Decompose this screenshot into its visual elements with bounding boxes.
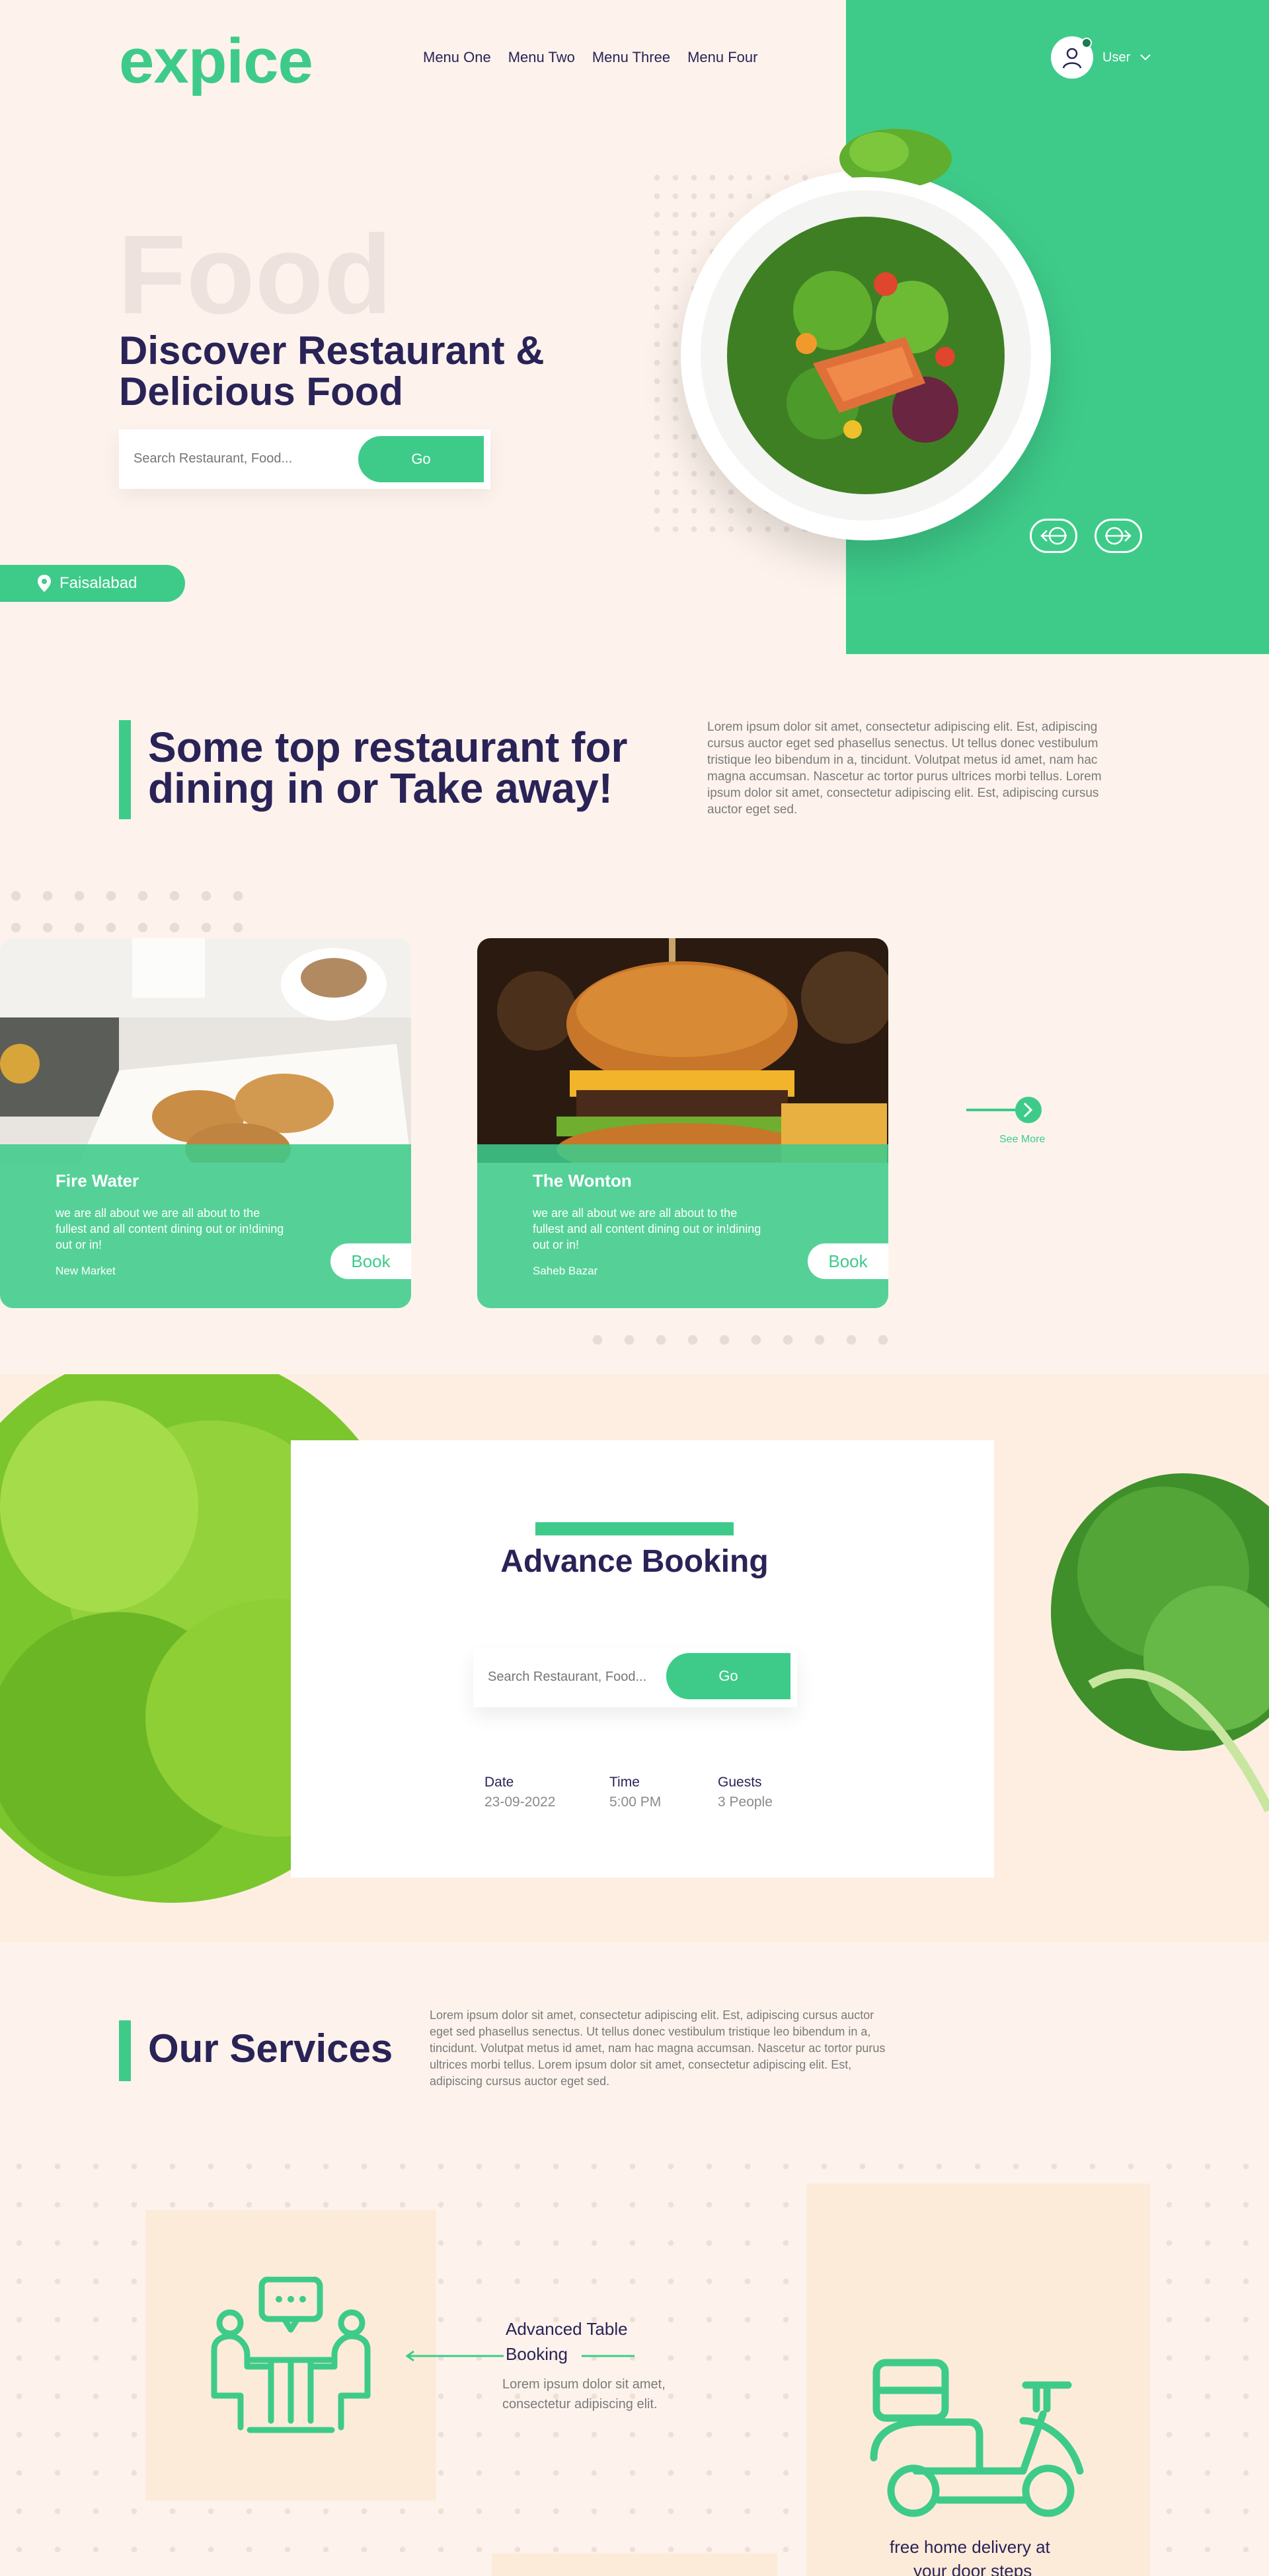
hero-title: Discover Restaurant & Delicious Food (119, 328, 545, 414)
booking-title: Advance Booking (500, 1544, 769, 1579)
section-accent-bar (119, 720, 131, 819)
restaurant-location: Saheb Bazar (533, 1265, 598, 1277)
lettuce-right-image (1051, 1473, 1269, 1813)
top-restaurants-description: Lorem ipsum dolor sit amet, consectetur … (707, 720, 1102, 817)
booking-accent-bar (535, 1522, 734, 1535)
user-label[interactable]: User (1102, 50, 1130, 65)
booking-search-box: Go (473, 1648, 797, 1707)
services-accent-bar (119, 2020, 131, 2081)
hero-prev-button[interactable] (1030, 519, 1077, 553)
restaurant-name: The Wonton (533, 1171, 632, 1191)
location-pin-icon (38, 575, 51, 592)
nav-item-menu-two[interactable]: Menu Two (508, 49, 575, 66)
service-table-title-line2: Booking (506, 2344, 568, 2364)
avatar[interactable] (1051, 36, 1093, 79)
service-table-title-line1: Advanced Table (506, 2319, 628, 2339)
field-label: Guests (718, 1775, 762, 1790)
restaurant-photo (477, 938, 888, 1163)
book-button[interactable]: Book (330, 1243, 411, 1279)
field-label: Time (609, 1775, 640, 1790)
delivery-scooter-icon (870, 2359, 1084, 2517)
cards-dots-pattern (0, 880, 264, 933)
restaurant-name: Fire Water (56, 1171, 139, 1191)
accent-line (582, 2355, 634, 2357)
nav-item-menu-three[interactable]: Menu Three (592, 49, 670, 66)
hero-background-word: Food (118, 212, 393, 338)
service-delivery-title-line1: free home delivery at (890, 2537, 1050, 2557)
booking-go-button[interactable]: Go (666, 1653, 790, 1699)
location-badge[interactable]: Faisalabad (0, 565, 185, 602)
hero-go-button[interactable]: Go (358, 436, 484, 482)
main-nav: Menu One Menu Two Menu Three Menu Four (423, 49, 757, 66)
service-table-text: Lorem ipsum dolor sit amet, consectetur … (502, 2377, 666, 2411)
service-card-next (492, 2554, 777, 2576)
field-value: 5:00 PM (609, 1794, 662, 1810)
booking-guests-field[interactable]: Guests 3 People (718, 1775, 773, 1810)
book-button[interactable]: Book (808, 1243, 888, 1279)
see-more-arrow[interactable] (966, 1095, 1043, 1124)
top-restaurants-title: Some top restaurant for dining in or Tak… (148, 723, 628, 812)
online-status-dot (1081, 38, 1092, 48)
arrow-left-icon (405, 2350, 504, 2362)
arrow-left-icon (1040, 527, 1067, 545)
see-more-link[interactable]: See More (999, 1134, 1045, 1146)
cards-dots-pattern-bottom (582, 1324, 899, 1350)
hero-search-input[interactable] (134, 447, 352, 470)
logo[interactable]: expice (119, 25, 313, 98)
user-icon (1062, 48, 1082, 69)
restaurant-location: New Market (56, 1265, 116, 1277)
field-label: Date (484, 1775, 514, 1790)
booking-date-field[interactable]: Date 23-09-2022 (484, 1775, 555, 1810)
restaurant-card[interactable]: The Wonton we are all about we are all a… (477, 938, 888, 1308)
table-booking-icon (210, 2277, 371, 2433)
services-title: Our Services (148, 2026, 393, 2071)
booking-search-input[interactable] (488, 1665, 673, 1689)
booking-time-field[interactable]: Time 5:00 PM (609, 1775, 661, 1810)
restaurant-description: we are all about we are all about to the… (533, 1206, 761, 1251)
restaurant-description: we are all about we are all about to the… (56, 1206, 284, 1251)
salad-plate-image (687, 129, 1044, 534)
hero-next-button[interactable] (1095, 519, 1142, 553)
nav-item-menu-one[interactable]: Menu One (423, 49, 491, 66)
arrow-right-icon (1105, 527, 1132, 545)
user-menu[interactable]: User (1051, 36, 1151, 79)
chevron-down-icon[interactable] (1139, 54, 1151, 61)
hero-search-box: Go (119, 429, 490, 489)
services-description: Lorem ipsum dolor sit amet, consectetur … (430, 2008, 886, 2088)
restaurant-card[interactable]: Fire Water we are all about we are all a… (0, 938, 411, 1308)
service-delivery-title-line2: your door steps (913, 2561, 1032, 2576)
field-value: 23-09-2022 (484, 1794, 556, 1810)
location-label: Faisalabad (59, 574, 137, 592)
nav-item-menu-four[interactable]: Menu Four (687, 49, 757, 66)
field-value: 3 People (718, 1794, 773, 1810)
restaurant-photo (0, 938, 411, 1163)
